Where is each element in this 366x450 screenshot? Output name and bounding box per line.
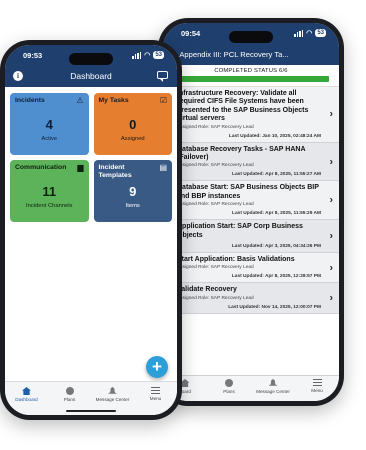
menu-icon <box>151 387 160 394</box>
clipboard-check-icon: ☑ <box>159 96 167 105</box>
phone-recovery-tasks: 09:54 ◠ 53 ‹ Appendix III: PCL Recovery … <box>158 18 344 406</box>
tile-my-tasks[interactable]: My Tasks ☑ 0 Assigned <box>93 93 172 155</box>
tile-subtitle: Items <box>125 203 140 209</box>
tab-label: Plans <box>223 389 235 394</box>
dynamic-island <box>69 53 113 65</box>
task-list: Infrastructure Recovery: Validate all re… <box>163 87 339 314</box>
task-title: Validate Recovery <box>177 286 237 294</box>
tab-menu[interactable]: Menu <box>298 379 336 401</box>
task-title: Database Start: SAP Business Objects BIP… <box>177 184 319 200</box>
tile-count: 0 <box>129 117 137 132</box>
task-title: Application Start: SAP Corp Business Obj… <box>177 223 303 239</box>
task-role: Assigned Role: SAP Recovery Lead <box>177 265 254 271</box>
tab-bar: Dashboard Plans Message Center Menu <box>5 381 177 415</box>
tile-subtitle: Active <box>41 136 58 142</box>
wifi-icon: ◠ <box>306 30 313 37</box>
status-time: 09:53 <box>23 50 43 60</box>
task-item[interactable]: Database Start: SAP Business Objects BIP… <box>163 181 339 221</box>
status-time: 09:54 <box>181 28 201 38</box>
battery-icon: 53 <box>153 51 164 59</box>
tab-label: Message Center <box>256 389 290 394</box>
task-updated: Last Updated: Apr 3, 2025, 04:34:26 PM <box>231 244 321 250</box>
task-updated: Last Updated: Jan 10, 2025, 02:48:24 AM <box>228 133 321 139</box>
chevron-right-icon: › <box>329 262 333 274</box>
task-updated: Last Updated: Apr 8, 2025, 11:55:29 AM <box>232 211 321 217</box>
tab-message-center[interactable]: Message Center <box>254 379 292 401</box>
chevron-right-icon: › <box>329 108 333 120</box>
tile-communication[interactable]: Communication ▆ 11 Incident Channels <box>10 160 89 222</box>
battery-icon: 53 <box>315 29 326 37</box>
signal-icon <box>294 29 304 37</box>
globe-icon <box>65 387 74 395</box>
template-icon: ▤ <box>159 163 167 172</box>
task-title: Database Recovery Tasks - SAP HANA (Fail… <box>177 145 306 162</box>
tab-menu[interactable]: Menu <box>136 387 176 415</box>
task-item[interactable]: Start Application: Basis Validations Ass… <box>163 253 339 284</box>
tab-label: Plans <box>63 397 76 402</box>
tab-bar: board Plans Message Center Menu <box>163 375 339 401</box>
chevron-right-icon: › <box>329 292 333 304</box>
app-header: i Dashboard <box>5 65 177 87</box>
dynamic-island <box>229 31 273 43</box>
tile-incident-templates[interactable]: Incident Templates ▤ 9 Items <box>93 160 172 222</box>
task-role: Assigned Role: SAP Recovery Lead <box>177 202 254 208</box>
progress-label: COMPLETED STATUS 6/6 <box>214 68 288 74</box>
phone-dashboard: 09:53 ◠ 53 i Dashboard Incidents ⚠ 4 Act… <box>0 40 182 420</box>
bell-icon <box>108 387 117 394</box>
tab-label: Message Center <box>95 397 130 402</box>
globe-icon <box>225 379 233 387</box>
chevron-right-icon: › <box>329 194 333 206</box>
page-title: Dashboard <box>70 71 112 81</box>
tile-title: Incident Templates <box>98 164 132 179</box>
stage: 09:54 ◠ 53 ‹ Appendix III: PCL Recovery … <box>0 0 366 450</box>
tab-label: Menu <box>311 388 323 393</box>
task-role: Assigned Role: SAP Recovery Lead <box>177 295 254 301</box>
home-indicator <box>66 410 116 412</box>
task-updated: Last Updated: Apr 8, 2025, 12:28:57 PM <box>231 274 321 280</box>
chat-icon: ▆ <box>77 163 84 172</box>
tab-label: Dashboard <box>15 397 38 402</box>
tile-count: 11 <box>42 184 57 199</box>
add-button[interactable]: + <box>146 356 168 378</box>
chat-icon[interactable] <box>157 71 168 82</box>
task-title: Infrastructure Recovery: Validate all re… <box>177 90 309 123</box>
tile-title: Communication <box>15 164 67 171</box>
tab-plans[interactable]: Plans <box>210 379 248 401</box>
completion-status: COMPLETED STATUS 6/6 <box>163 65 339 87</box>
task-updated: Last Updated: Nov 14, 2025, 12:00:07 PM <box>228 304 321 310</box>
chevron-right-icon: › <box>329 230 333 242</box>
phone-screen: 09:53 ◠ 53 i Dashboard Incidents ⚠ 4 Act… <box>5 45 177 415</box>
chevron-right-icon: › <box>329 156 333 168</box>
task-item[interactable]: Application Start: SAP Corp Business Obj… <box>163 220 339 254</box>
tab-dashboard[interactable]: Dashboard <box>7 387 47 415</box>
tile-subtitle: Incident Channels <box>26 203 73 209</box>
tile-subtitle: Assigned <box>120 136 145 142</box>
tab-label: Menu <box>149 396 162 401</box>
tile-count: 4 <box>45 117 53 132</box>
tile-title: My Tasks <box>98 97 129 104</box>
tile-count: 9 <box>129 184 137 199</box>
warning-icon: ⚠ <box>76 96 84 105</box>
signal-icon <box>132 51 142 59</box>
task-item[interactable]: Database Recovery Tasks - SAP HANA (Fail… <box>163 142 339 182</box>
task-item[interactable]: Validate Recovery Assigned Role: SAP Rec… <box>163 283 339 314</box>
task-updated: Last Updated: Apr 8, 2025, 11:55:27 AM <box>232 172 321 178</box>
home-icon <box>22 387 31 395</box>
progress-fill <box>173 76 329 82</box>
tile-title: Incidents <box>15 97 45 104</box>
info-icon[interactable]: i <box>13 71 23 81</box>
task-item[interactable]: Infrastructure Recovery: Validate all re… <box>163 87 339 143</box>
menu-icon <box>312 379 322 386</box>
task-title: Start Application: Basis Validations <box>177 256 295 264</box>
tile-incidents[interactable]: Incidents ⚠ 4 Active <box>10 93 89 155</box>
wifi-icon: ◠ <box>144 52 151 59</box>
dashboard-tiles: Incidents ⚠ 4 Active My Tasks ☑ 0 Assign… <box>5 87 177 228</box>
bell-icon <box>268 379 278 386</box>
task-role: Assigned Role: SAP Recovery Lead <box>177 124 254 130</box>
task-role: Assigned Role: SAP Recovery Lead <box>177 163 254 169</box>
app-header: ‹ Appendix III: PCL Recovery Ta... <box>163 43 339 65</box>
phone-screen: 09:54 ◠ 53 ‹ Appendix III: PCL Recovery … <box>163 23 339 401</box>
progress-bar <box>173 76 329 82</box>
page-title: Appendix III: PCL Recovery Ta... <box>179 49 289 59</box>
